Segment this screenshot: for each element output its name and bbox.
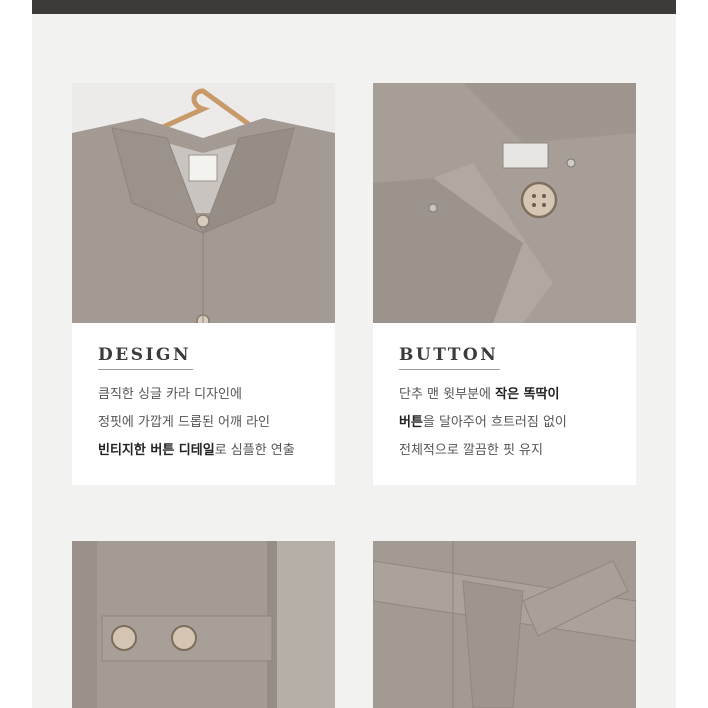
button-title: BUTTON	[399, 345, 498, 370]
description-line: 버튼을 달아주어 흐트러짐 없이	[399, 415, 567, 430]
coat-pocket-buttons-photo	[72, 541, 335, 708]
coat-button-closeup-photo	[373, 83, 636, 323]
description-line: 정핏에 가깝게 드롭된 어깨 라인	[98, 415, 271, 430]
description-line: 큼직한 싱글 카라 디자인에	[98, 387, 242, 402]
coat-belt-tie-photo	[373, 541, 636, 708]
top-dark-bar	[32, 0, 676, 14]
description-line: 단추 맨 윗부분에 작은 똑딱이	[399, 387, 560, 402]
design-title: DESIGN	[98, 345, 191, 370]
design-description: 큼직한 싱글 카라 디자인에 정핏에 가깝게 드롭된 어깨 라인 빈티지한 버튼…	[98, 381, 295, 465]
button-description: 단추 맨 윗부분에 작은 똑딱이 버튼을 달아주어 흐트러짐 없이 전체적으로 …	[399, 381, 567, 465]
description-line: 빈티지한 버튼 디테일로 심플한 연출	[98, 443, 295, 458]
coat-collar-hanger-photo	[72, 83, 335, 323]
button-card: BUTTON 단추 맨 윗부분에 작은 똑딱이 버튼을 달아주어 흐트러짐 없이…	[373, 83, 636, 485]
design-card: DESIGN 큼직한 싱글 카라 디자인에 정핏에 가깝게 드롭된 어깨 라인 …	[72, 83, 335, 485]
description-line: 전체적으로 깔끔한 핏 유지	[399, 443, 543, 458]
